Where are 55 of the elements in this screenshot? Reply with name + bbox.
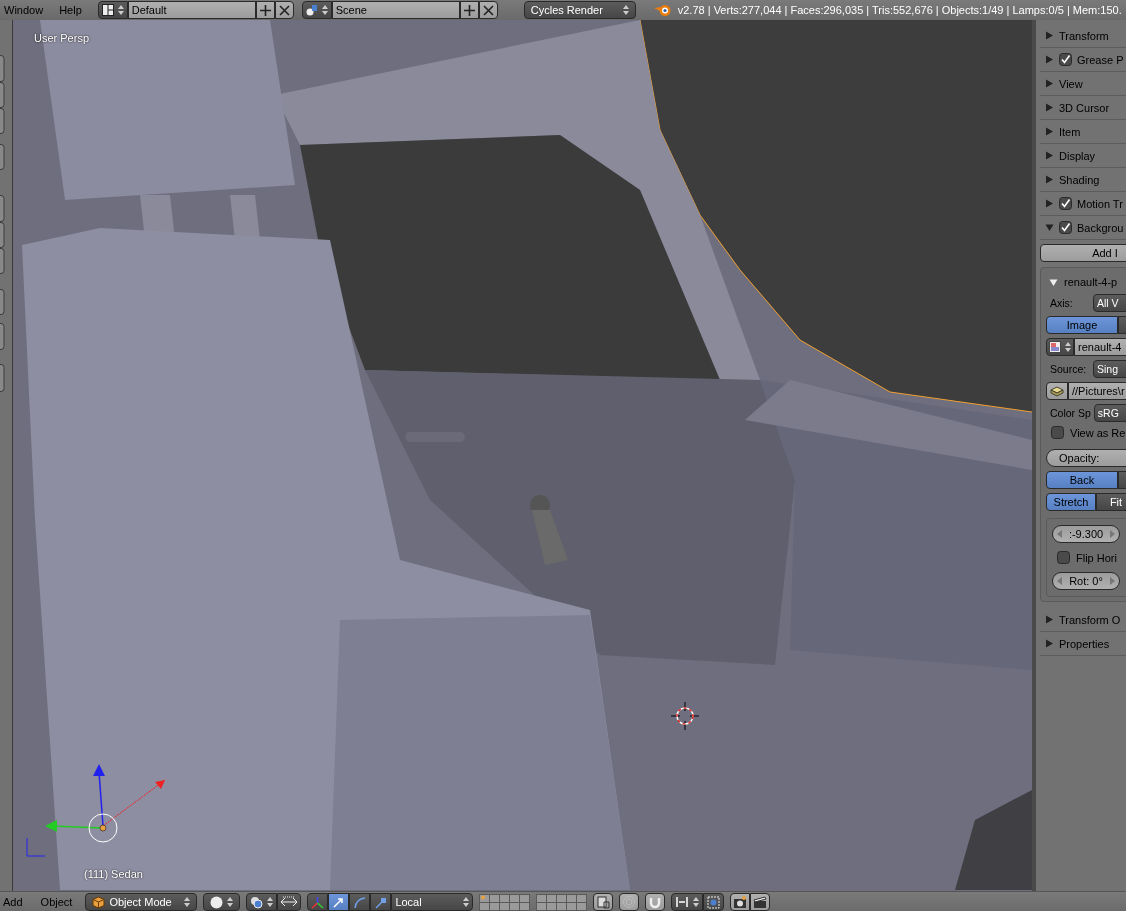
mode-dropdown[interactable]: Object Mode [85,893,198,911]
menu-item[interactable]: Window [0,4,52,16]
number-value: :-9.300 [1068,528,1104,540]
tab-button[interactable]: Stretch [1046,493,1096,511]
tab-button[interactable]: Image [1046,316,1118,334]
field-label: Source: [1049,363,1088,375]
tab-button[interactable]: Back [1046,471,1118,489]
view-name-label: User Persp [34,32,90,44]
field-label: Axis: [1049,297,1074,309]
panel-header[interactable]: Grease P [1040,48,1126,72]
offset-number-field[interactable]: :-9.300 [1052,525,1120,543]
scene-statistics: v2.78 | Verts:277,044 | Faces:296,035 | Tris:552,676 | Objects:1/49 | Lamps:0/5 | Mem:150. [677,4,1122,16]
menu-item[interactable]: Help [51,4,90,16]
dropdown[interactable]: Sing [1093,360,1126,378]
add-image-button[interactable]: Add I [1040,244,1126,262]
panel-title: View [1059,77,1083,90]
panel-title: Motion Tr [1077,197,1123,210]
rotation-number-field[interactable]: Rot: 0° [1052,572,1120,590]
panel-header[interactable]: View [1040,72,1126,96]
panel-header[interactable]: Item [1040,120,1126,144]
panel-title: Display [1059,149,1096,162]
checkbox-label: View as Re [1070,426,1126,439]
orientation-dropdown[interactable]: Local [391,893,474,911]
checkbox-label: Flip Hori [1076,551,1117,564]
file-path-field[interactable]: //Pictures\r [1068,382,1126,400]
scene-field[interactable]: Scene [331,1,460,19]
active-object-label: (111) Sedan [84,868,143,880]
image-name-field[interactable]: renault-4 [1074,338,1126,356]
tab-button[interactable]: Fit [1096,493,1126,511]
image-entry-name[interactable]: renault-4-p [1064,276,1118,288]
field-label: Color Sp [1049,407,1091,419]
panel-title: Transform [1059,29,1109,42]
panel-header[interactable]: Transform O [1040,608,1126,632]
menu-item[interactable]: Object [31,896,82,908]
panel-title: Grease P [1077,53,1124,66]
panel-title: Properties [1059,637,1110,650]
screen-layout-field[interactable]: Default [127,1,256,19]
panel-title: Shading [1059,173,1100,186]
render-engine-dropdown[interactable]: Cycles Render [523,1,636,19]
panel-header[interactable]: Motion Tr [1040,192,1126,216]
panel-header[interactable]: Display [1040,144,1126,168]
panel-title: Backgrou [1077,221,1124,234]
panel-title: Item [1059,125,1081,138]
dropdown[interactable]: All V [1093,294,1126,312]
opacity-number-field[interactable]: Opacity: [1046,449,1126,467]
number-value: Rot: 0° [1069,575,1103,587]
menu-item[interactable]: Add [0,896,32,908]
dropdown[interactable]: sRG [1093,404,1126,422]
panel-header[interactable]: Properties [1040,632,1126,656]
panel-header[interactable]: 3D Cursor [1040,96,1126,120]
panel-title: 3D Cursor [1059,101,1110,114]
panel-header[interactable]: Transform [1040,24,1126,48]
panel-header[interactable]: Backgrou [1040,216,1126,240]
panel-title: Transform O [1059,613,1121,626]
panel-header[interactable]: Shading [1040,168,1126,192]
